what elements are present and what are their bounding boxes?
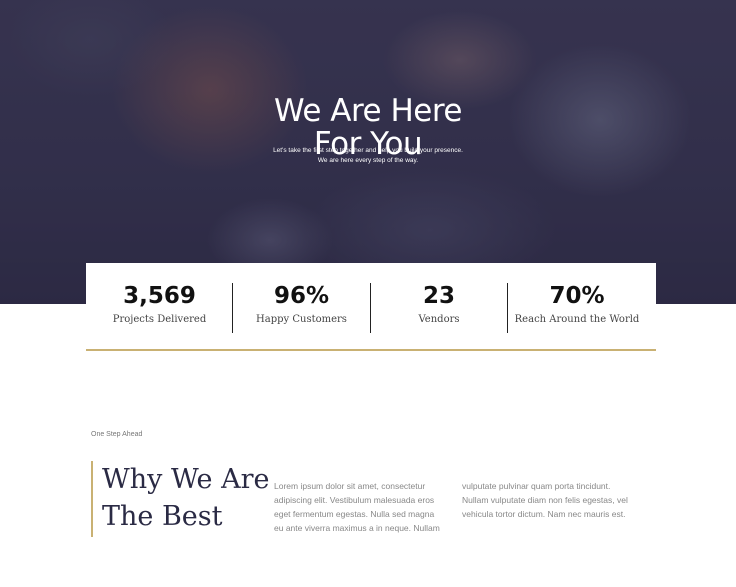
stat-value: 70% (549, 283, 605, 309)
hero-section: We Are Here For You Let's take the first… (0, 0, 736, 304)
body-text-line: eu ante viverra maximus a in neque. Null… (274, 523, 440, 533)
section-title-line: The Best (102, 501, 223, 532)
stat-happy-customers: 96% Happy Customers (233, 283, 370, 333)
stat-projects-delivered: 3,569 Projects Delivered (86, 283, 233, 333)
section-eyebrow: One Step Ahead (91, 431, 143, 438)
stat-vendors: 23 Vendors (371, 283, 507, 333)
stat-label: Vendors (418, 314, 460, 325)
body-text-line: Nullam vulputate diam non felis egestas,… (462, 495, 628, 505)
body-text-line: adipiscing elit. Vestibulum malesuada er… (274, 495, 435, 505)
section-heading-block: Why We Are The Best (91, 461, 269, 537)
body-text-line: vehicula tortor dictum. Nam nec mauris e… (462, 509, 626, 519)
stat-value: 3,569 (123, 283, 196, 309)
hero-subtitle: Let's take the first step together and h… (0, 146, 736, 166)
stat-label: Happy Customers (256, 314, 347, 325)
body-text-column-1: Lorem ipsum dolor sit amet, consectetur … (274, 479, 454, 535)
body-text-line: vulputate pulvinar quam porta tincidunt. (462, 481, 611, 491)
stat-label: Projects Delivered (112, 314, 207, 325)
stat-value: 23 (422, 283, 455, 309)
section-title: Why We Are The Best (102, 461, 269, 535)
stat-label: Reach Around the World (514, 314, 640, 325)
body-text-column-2: vulputate pulvinar quam porta tincidunt.… (462, 479, 642, 521)
stat-reach-around-world: 70% Reach Around the World (508, 283, 646, 333)
section-title-line: Why We Are (102, 464, 270, 495)
hero-subtitle-line: Let's take the first step together and h… (273, 147, 463, 154)
hero-title-line: We Are Here (274, 92, 462, 129)
stats-bar: 3,569 Projects Delivered 96% Happy Custo… (86, 263, 656, 351)
stat-value: 96% (273, 283, 330, 309)
hero-subtitle-line: We are here every step of the way. (317, 157, 419, 164)
body-text-line: eget fermentum egestas. Nulla sed magna (274, 509, 435, 519)
body-text-line: Lorem ipsum dolor sit amet, consectetur (274, 481, 426, 491)
